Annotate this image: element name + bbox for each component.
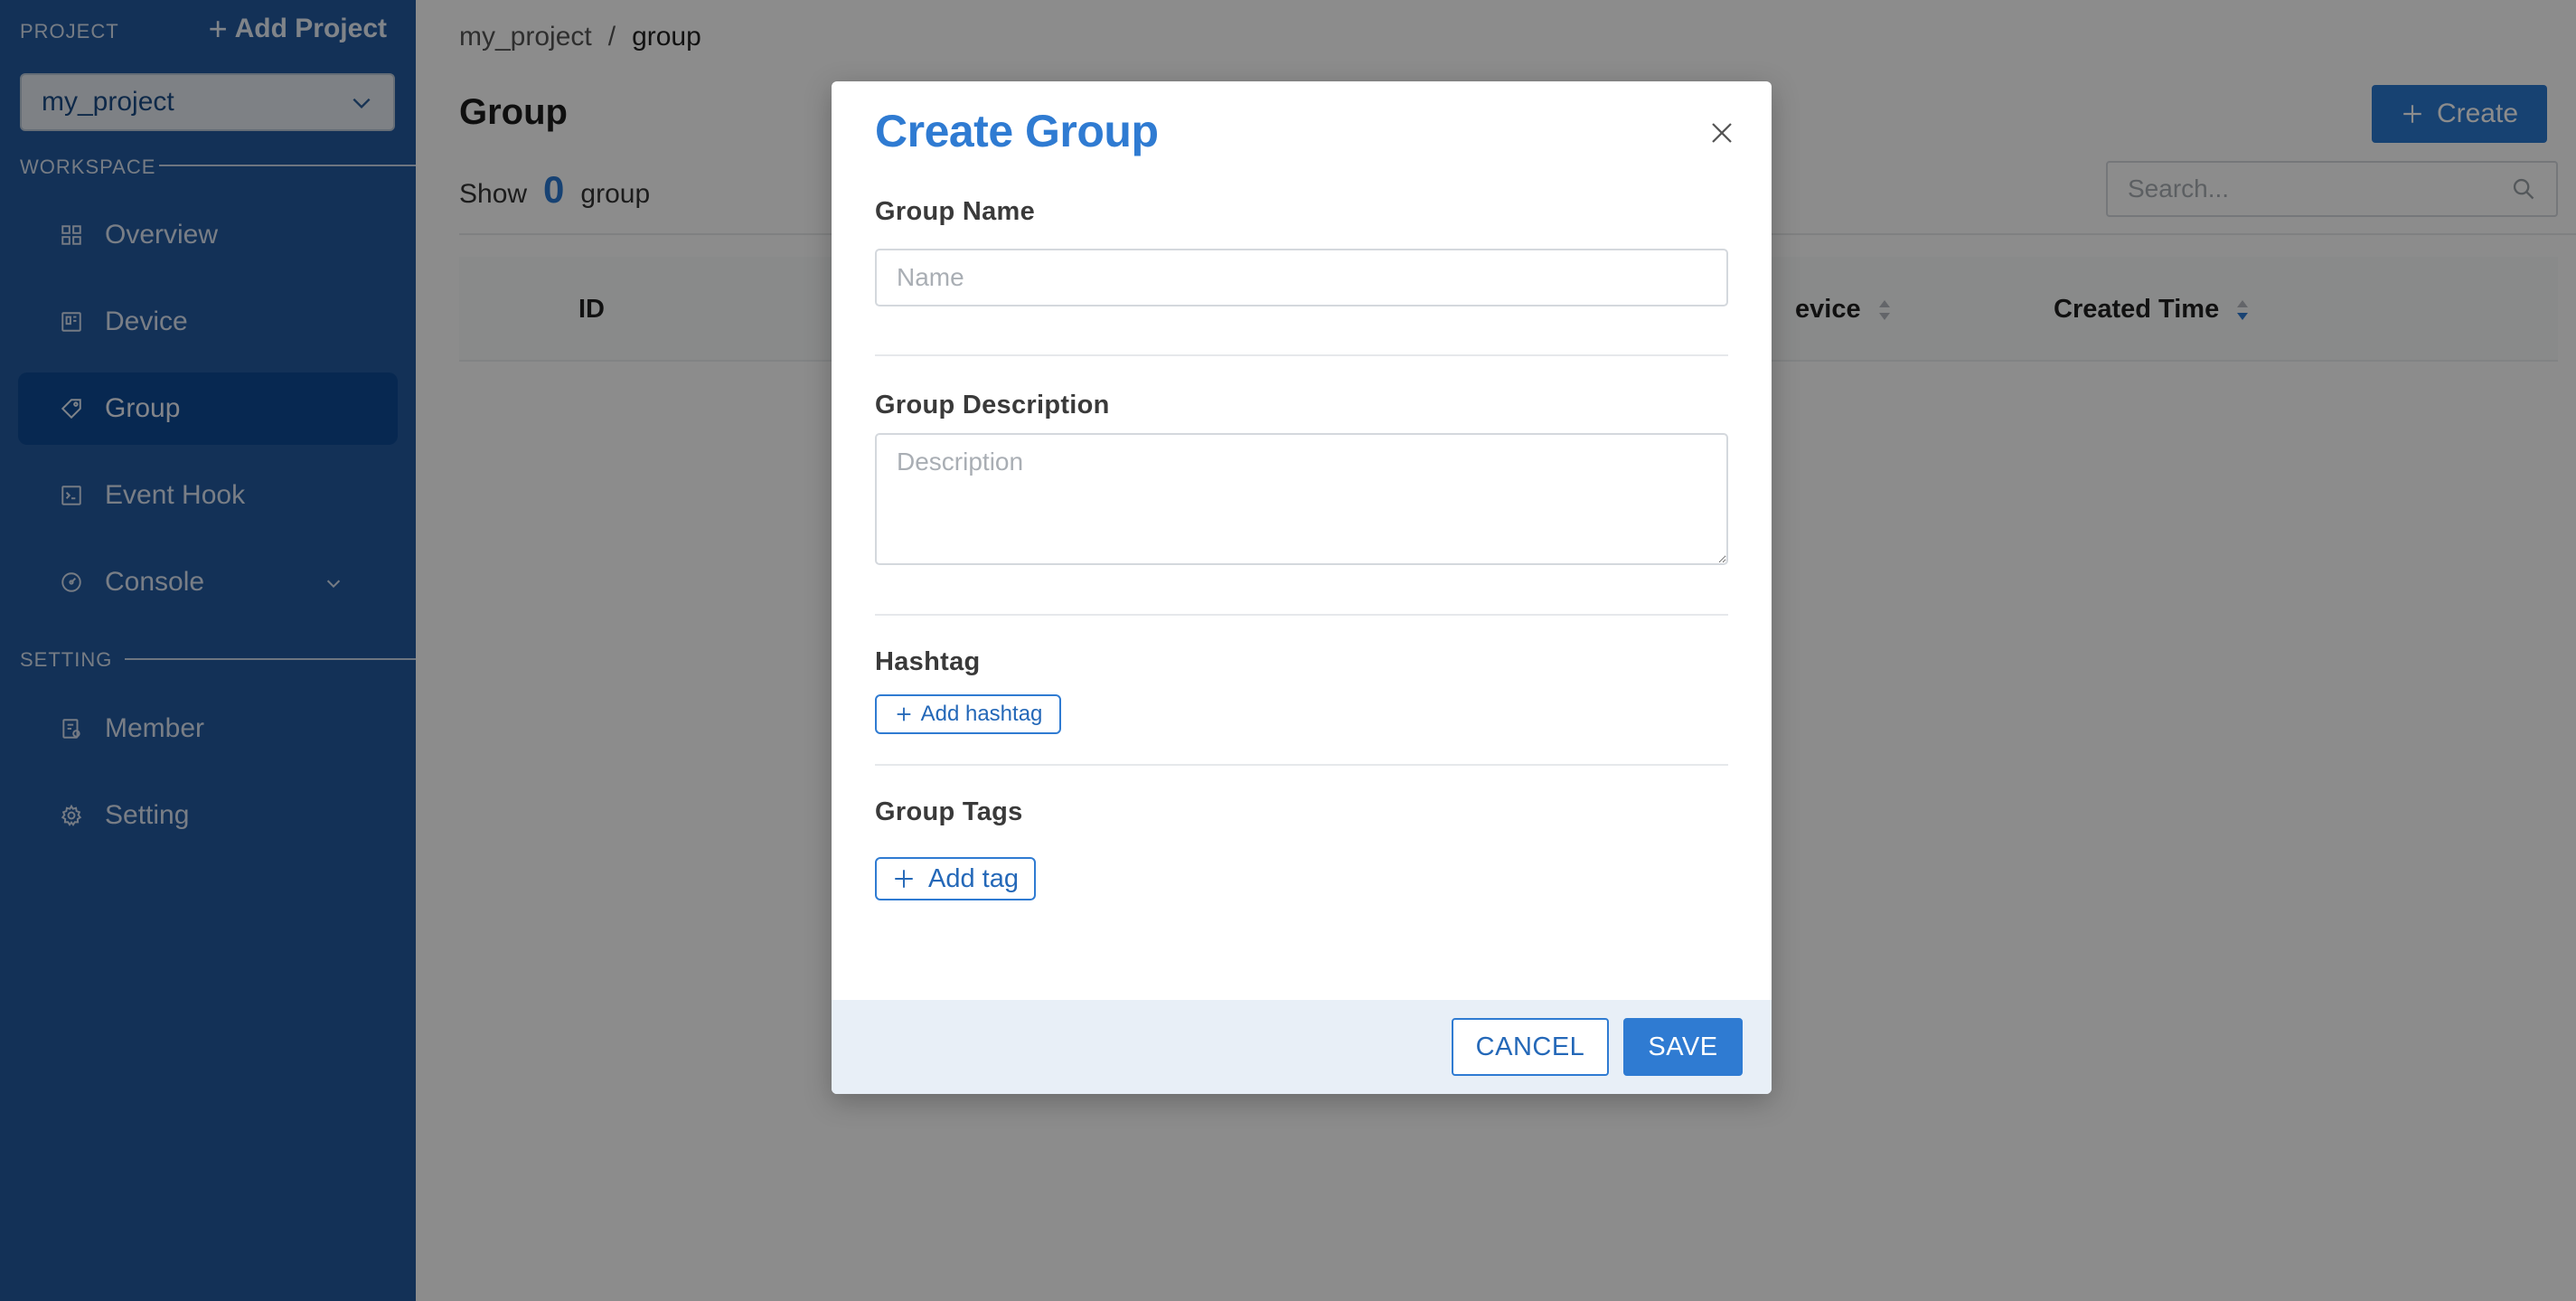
close-icon[interactable]	[1708, 119, 1735, 146]
section-divider	[875, 354, 1728, 356]
group-description-input[interactable]	[875, 433, 1728, 565]
section-divider	[875, 764, 1728, 766]
modal-title: Create Group	[875, 106, 1159, 156]
add-tag-button[interactable]: Add tag	[875, 857, 1036, 900]
modal-footer: CANCEL SAVE	[832, 1000, 1772, 1094]
hashtag-label: Hashtag	[875, 647, 981, 676]
group-name-label: Group Name	[875, 197, 1036, 226]
section-divider	[875, 614, 1728, 616]
group-description-label: Group Description	[875, 391, 1110, 420]
plus-icon	[897, 707, 910, 721]
group-tags-label: Group Tags	[875, 797, 1023, 826]
create-group-modal: Create Group Group Name Group Descriptio…	[832, 81, 1772, 1094]
add-tag-label: Add tag	[928, 863, 1019, 893]
add-hashtag-label: Add hashtag	[920, 702, 1043, 726]
plus-icon	[895, 870, 913, 888]
add-hashtag-button[interactable]: Add hashtag	[875, 694, 1061, 734]
group-name-input[interactable]	[875, 249, 1728, 306]
save-button[interactable]: SAVE	[1623, 1018, 1743, 1076]
cancel-button[interactable]: CANCEL	[1452, 1018, 1609, 1076]
